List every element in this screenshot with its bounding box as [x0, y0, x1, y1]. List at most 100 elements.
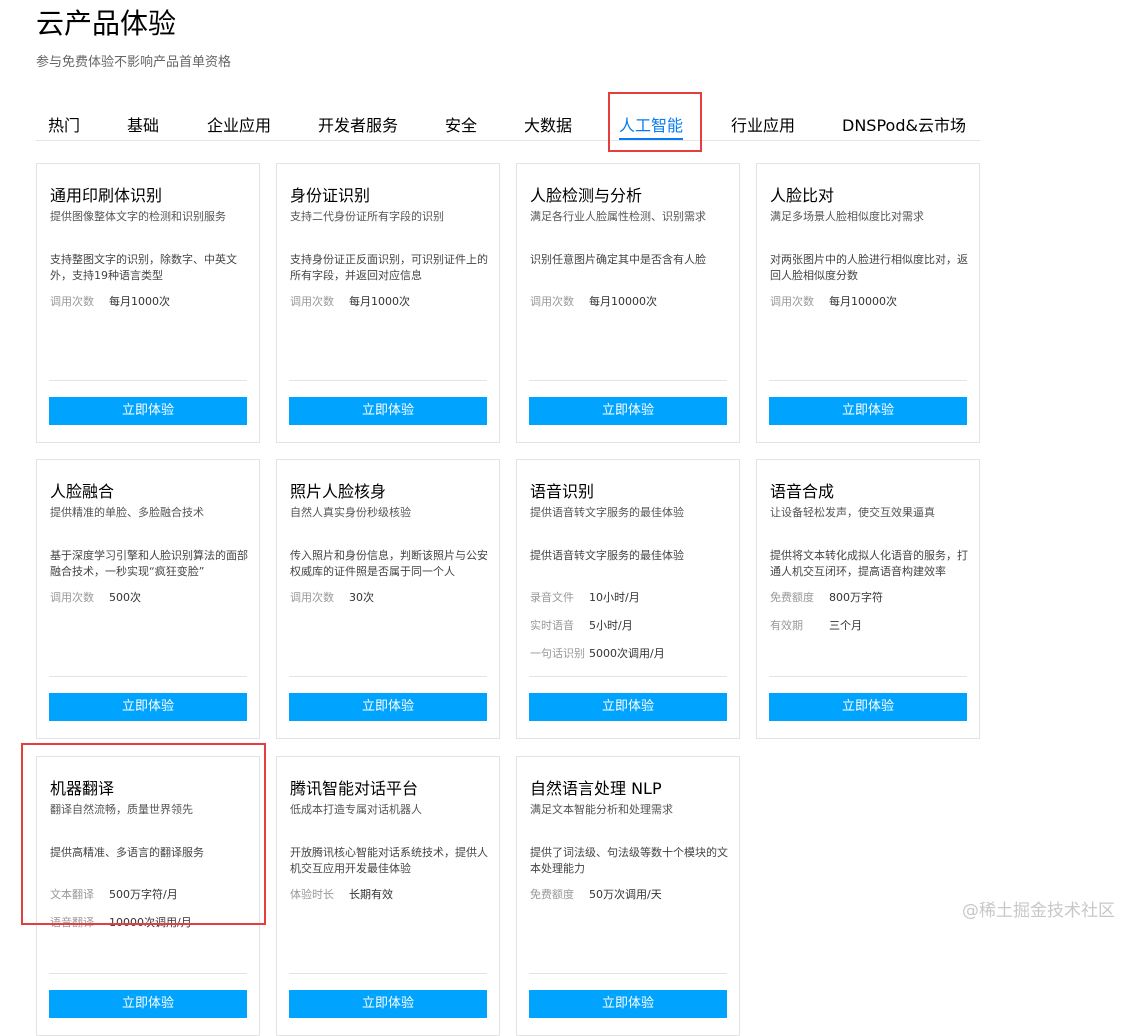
product-name: 人脸比对 [770, 186, 835, 205]
quota-value: 每月1000次 [109, 295, 170, 308]
product-description: 让设备轻松发声，使交互效果逼真 [770, 506, 935, 519]
quota-value: 50万次调用/天 [589, 888, 662, 901]
tab-enterprise[interactable]: 企业应用 [207, 112, 271, 136]
card-divider [529, 676, 727, 677]
quota-value: 长期有效 [349, 888, 393, 901]
product-detail: 基于深度学习引擎和人脸识别算法的面部融合技术，一秒实现“疯狂变脸” [50, 549, 248, 578]
product-name: 语音合成 [770, 482, 835, 501]
product-name: 通用印刷体识别 [50, 186, 163, 205]
page-subtitle: 参与免费体验不影响产品首单资格 [36, 55, 232, 70]
tab-hot[interactable]: 热门 [48, 112, 80, 136]
product-card: 身份证识别支持二代身份证所有字段的识别支持身份证正反面识别，可识别证件上的所有字… [276, 163, 500, 443]
product-detail: 传入照片和身份信息，判断该照片与公安权威库的证件照是否属于同一个人 [290, 549, 488, 578]
product-description: 满足文本智能分析和处理需求 [530, 803, 673, 816]
product-card: 照片人脸核身 自然人真实身份秒级核验 传入照片和身份信息，判断该照片与公安权威库的证… [276, 459, 500, 739]
product-description: 满足各行业人脸属性检测、识别需求 [530, 210, 706, 223]
watermark: @稀土掘金技术社区 [962, 901, 1115, 921]
product-description: 自然人真实身份秒级核验 [290, 506, 411, 519]
tab-developer[interactable]: 开发者服务 [318, 112, 398, 136]
quota-row: 有效期 三个月 [770, 617, 862, 633]
quota-label: 调用次数 [290, 591, 334, 604]
quota-value: 三个月 [829, 619, 862, 632]
product-card: 自然语言处理 NLP 满足文本智能分析和处理需求提供了词法级、句法级等数十个模块的… [516, 756, 740, 1036]
quota-label: 一句话识别 [530, 647, 585, 660]
quota-row: 录音文件 10小时/月 [530, 589, 640, 605]
quota-value: 5000次调用/月 [589, 647, 665, 660]
product-card: 人脸检测与分析满足各行业人脸属性检测、识别需求 识别任意图片确定其中是否含有人脸调… [516, 163, 740, 443]
product-detail: 识别任意图片确定其中是否含有人脸 [530, 253, 706, 266]
try-now-button[interactable]: 立即体验 [529, 693, 727, 721]
quota-row: 免费额度 50万次调用/天 [530, 886, 662, 902]
quota-row: 调用次数 30次 [290, 589, 374, 605]
product-card: 语音识别 提供语音转文字服务的最佳体验 提供语音转文字服务的最佳体验 录音文件 10小时… [516, 459, 740, 739]
quota-label: 调用次数 [50, 591, 94, 604]
try-now-button[interactable]: 立即体验 [289, 693, 487, 721]
tab-security[interactable]: 安全 [445, 112, 477, 136]
product-card: 人脸融合提供精准的单脸、多脸融合技术基于深度学习引擎和人脸识别算法的面部融合技术… [36, 459, 260, 739]
tab-basic[interactable]: 基础 [127, 112, 159, 136]
try-now-button[interactable]: 立即体验 [769, 397, 967, 425]
product-name: 身份证识别 [290, 186, 371, 205]
product-name: 自然语言处理 NLP [530, 779, 662, 798]
page-title: 云产品体验 [36, 7, 177, 40]
quota-label: 调用次数 [530, 295, 574, 308]
quota-label: 实时语音 [530, 619, 574, 632]
product-detail: 开放腾讯核心智能对话系统技术，提供人机交互应用开发最佳体验 [290, 846, 488, 875]
quota-value: 每月10000次 [829, 295, 897, 308]
card-divider [289, 973, 487, 974]
product-description: 支持二代身份证所有字段的识别 [290, 210, 444, 223]
tab-bigdata[interactable]: 大数据 [524, 112, 572, 136]
quota-label: 调用次数 [50, 295, 94, 308]
product-detail: 提供了词法级、句法级等数十个模块的文本处理能力 [530, 846, 728, 875]
product-detail: 对两张图片中的人脸进行相似度比对，返回人脸相似度分数 [770, 253, 968, 282]
try-now-button[interactable]: 立即体验 [289, 397, 487, 425]
product-card: 通用印刷体识别提供图像整体文字的检测和识别服务支持整图文字的识别，除数字、中英文… [36, 163, 260, 443]
quota-label: 免费额度 [770, 591, 814, 604]
card-highlight-box [21, 743, 266, 925]
quota-label: 调用次数 [290, 295, 334, 308]
product-description: 低成本打造专属对话机器人 [290, 803, 422, 816]
card-divider [49, 676, 247, 677]
try-now-button[interactable]: 立即体验 [529, 397, 727, 425]
product-description: 提供精准的单脸、多脸融合技术 [50, 506, 204, 519]
quota-value: 每月1000次 [349, 295, 410, 308]
try-now-button[interactable]: 立即体验 [769, 693, 967, 721]
try-now-button[interactable]: 立即体验 [49, 693, 247, 721]
quota-value: 10小时/月 [589, 591, 640, 604]
try-now-button[interactable]: 立即体验 [529, 990, 727, 1018]
product-name: 语音识别 [530, 482, 595, 501]
card-divider [529, 380, 727, 381]
quota-value: 800万字符 [829, 591, 883, 604]
product-detail: 提供将文本转化成拟人化语音的服务，打通人机交互闭环，提高语音构建效率 [770, 549, 968, 578]
quota-row: 调用次数 500次 [50, 589, 141, 605]
product-name: 人脸检测与分析 [530, 186, 643, 205]
product-detail: 支持整图文字的识别，除数字、中英文外，支持19种语言类型 [50, 253, 237, 282]
card-divider [289, 380, 487, 381]
quota-label: 免费额度 [530, 888, 574, 901]
product-card: 腾讯智能对话平台低成本打造专属对话机器人开放腾讯核心智能对话系统技术，提供人机交… [276, 756, 500, 1036]
quota-row: 调用次数 每月1000次 [290, 293, 410, 309]
product-name: 腾讯智能对话平台 [290, 779, 419, 798]
tab-industry[interactable]: 行业应用 [731, 112, 795, 136]
product-description: 提供图像整体文字的检测和识别服务 [50, 210, 226, 223]
quota-row: 一句话识别 5000次调用/月 [530, 645, 665, 661]
card-divider [289, 676, 487, 677]
card-divider [769, 676, 967, 677]
quota-label: 体验时长 [290, 888, 334, 901]
try-now-button[interactable]: 立即体验 [49, 397, 247, 425]
try-now-button[interactable]: 立即体验 [49, 990, 247, 1018]
quota-value: 30次 [349, 591, 374, 604]
try-now-button[interactable]: 立即体验 [289, 990, 487, 1018]
product-detail: 支持身份证正反面识别，可识别证件上的所有字段，并返回对应信息 [290, 253, 488, 282]
quota-row: 调用次数 每月10000次 [530, 293, 657, 309]
product-name: 人脸融合 [50, 482, 115, 501]
card-divider [769, 380, 967, 381]
card-divider [49, 973, 247, 974]
tab-dnspod-market[interactable]: DNSPod&云市场 [842, 112, 966, 136]
quota-value: 每月10000次 [589, 295, 657, 308]
quota-value: 500次 [109, 591, 141, 604]
quota-row: 免费额度 800万字符 [770, 589, 883, 605]
card-divider [529, 973, 727, 974]
quota-row: 体验时长 长期有效 [290, 886, 393, 902]
quota-label: 录音文件 [530, 591, 574, 604]
